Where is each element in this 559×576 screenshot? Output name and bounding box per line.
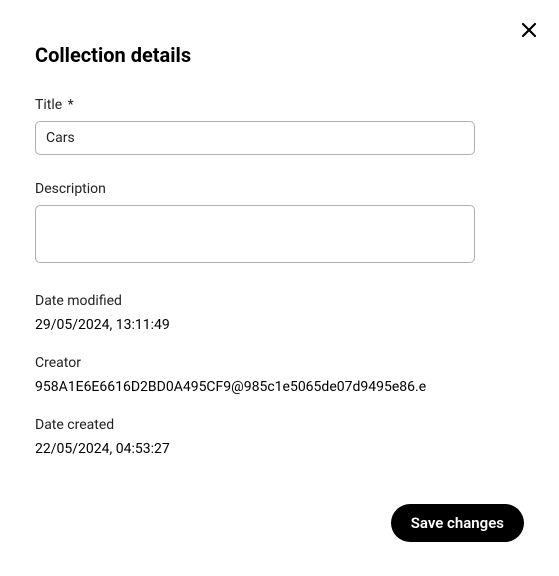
creator-label: Creator [35, 355, 524, 371]
dialog-heading: Collection details [35, 43, 524, 67]
date-modified-value: 29/05/2024, 13:11:49 [35, 317, 524, 333]
title-label-text: Title [35, 97, 62, 113]
close-button[interactable] [517, 18, 541, 42]
date-created-value: 22/05/2024, 04:53:27 [35, 441, 524, 457]
date-created-label: Date created [35, 417, 524, 433]
title-input[interactable] [35, 121, 475, 155]
save-button[interactable]: Save changes [391, 504, 524, 542]
dialog-footer: Save changes [391, 504, 524, 542]
title-field-group: Title * [35, 97, 524, 155]
close-icon [521, 22, 537, 38]
creator-group: Creator 958A1E6E6616D2BD0A495CF9@985c1e5… [35, 355, 524, 395]
collection-details-dialog: Collection details Title * Description D… [0, 0, 559, 576]
required-indicator: * [68, 97, 74, 113]
date-created-group: Date created 22/05/2024, 04:53:27 [35, 417, 524, 457]
creator-value: 958A1E6E6616D2BD0A495CF9@985c1e5065de07d… [35, 379, 524, 395]
description-field-group: Description [35, 181, 524, 267]
description-label: Description [35, 181, 524, 197]
description-input[interactable] [35, 205, 475, 263]
date-modified-group: Date modified 29/05/2024, 13:11:49 [35, 293, 524, 333]
date-modified-label: Date modified [35, 293, 524, 309]
title-label: Title * [35, 97, 524, 113]
